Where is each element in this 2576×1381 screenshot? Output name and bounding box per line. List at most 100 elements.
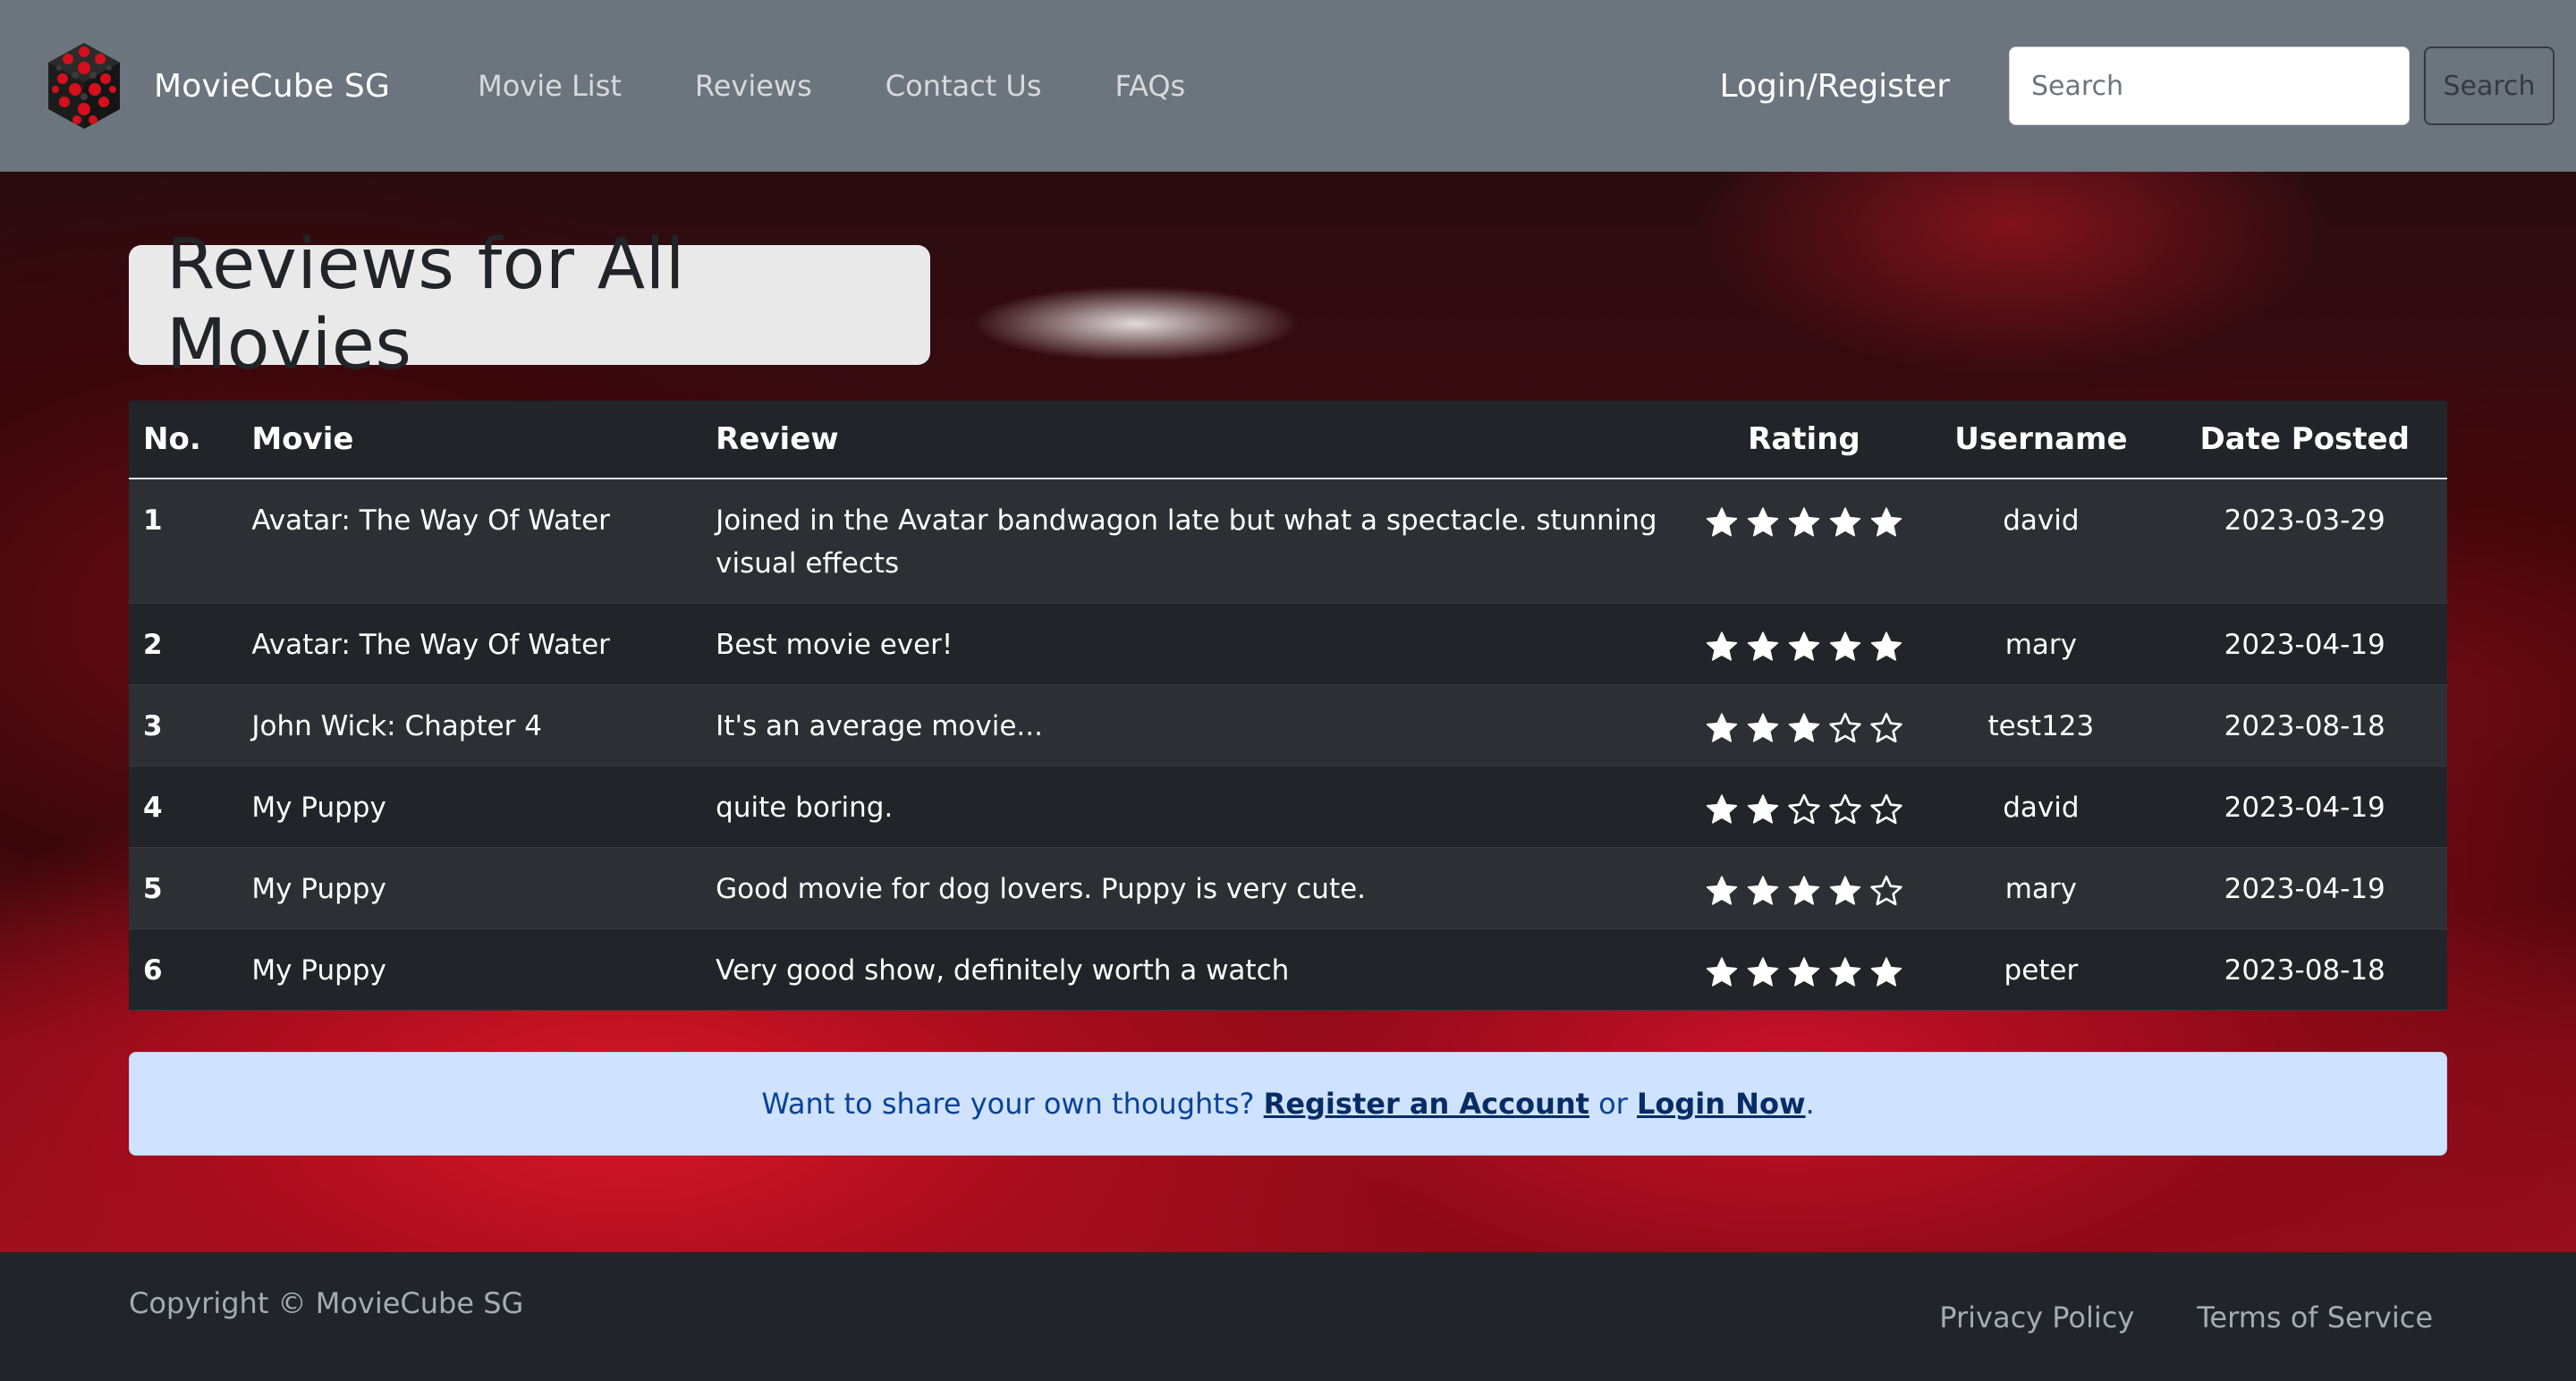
header-date-posted: Date Posted bbox=[2162, 401, 2447, 479]
star-filled-icon bbox=[1706, 956, 1738, 987]
alert-period: . bbox=[1805, 1087, 1815, 1121]
table-row: 1 Avatar: The Way Of Water Joined in the A… bbox=[129, 479, 2447, 604]
row-movie: Avatar: The Way Of Water bbox=[237, 479, 702, 604]
row-rating bbox=[1688, 603, 1920, 685]
row-username: peter bbox=[1919, 928, 2163, 1011]
alert-text: Want to share your own thoughts? bbox=[761, 1087, 1264, 1121]
table-header-row: No. Movie Review Rating Username Date Po… bbox=[129, 401, 2447, 479]
row-date-posted: 2023-08-18 bbox=[2162, 684, 2447, 767]
row-rating bbox=[1688, 928, 1920, 1011]
star-filled-icon bbox=[1747, 956, 1779, 987]
terms-of-service-link[interactable]: Terms of Service bbox=[2197, 1301, 2433, 1334]
page-title: Reviews for All Movies bbox=[166, 225, 685, 385]
header-rating: Rating bbox=[1688, 401, 1920, 479]
star-outline-icon bbox=[1788, 793, 1820, 824]
page-title-box: Reviews for All Movies bbox=[129, 225, 930, 385]
brand[interactable]: MovieCube SG bbox=[41, 39, 390, 132]
cube-logo-icon bbox=[48, 43, 120, 129]
row-date-posted: 2023-08-18 bbox=[2162, 928, 2447, 1011]
login-now-link[interactable]: Login Now bbox=[1637, 1087, 1806, 1121]
table-row: 2 Avatar: The Way Of Water Best movie ever… bbox=[129, 603, 2447, 685]
row-review: Joined in the Avatar bandwagon late but … bbox=[701, 479, 1689, 604]
table-row: 4 My Puppy quite boring. david 2023-04-19 bbox=[129, 766, 2447, 848]
row-review: Good movie for dog lovers. Puppy is very… bbox=[701, 847, 1689, 929]
login-register-link[interactable]: Login/Register bbox=[1720, 68, 1950, 105]
row-username: test123 bbox=[1919, 684, 2163, 767]
star-filled-icon bbox=[1747, 631, 1779, 661]
nav-link-reviews[interactable]: Reviews bbox=[695, 69, 812, 103]
table-row: 3 John Wick: Chapter 4 It's an average mov… bbox=[129, 684, 2447, 767]
row-number: 2 bbox=[129, 603, 238, 685]
row-date-posted: 2023-04-19 bbox=[2162, 847, 2447, 929]
star-filled-icon bbox=[1747, 793, 1779, 824]
star-filled-icon bbox=[1706, 793, 1738, 824]
star-filled-icon bbox=[1788, 712, 1820, 742]
star-filled-icon bbox=[1829, 631, 1861, 661]
row-number: 5 bbox=[129, 847, 238, 929]
row-rating bbox=[1688, 766, 1920, 848]
nav-links: Movie List Reviews Contact Us FAQs bbox=[478, 69, 1258, 103]
row-date-posted: 2023-04-19 bbox=[2162, 603, 2447, 685]
header-no: No. bbox=[129, 401, 238, 479]
row-number: 1 bbox=[129, 479, 238, 604]
reviews-table: No. Movie Review Rating Username Date Po… bbox=[129, 401, 2447, 1011]
row-movie: John Wick: Chapter 4 bbox=[237, 684, 702, 767]
footer: Copyright © MovieCube SG Privacy Policy … bbox=[0, 1252, 2576, 1381]
star-rating bbox=[1704, 954, 1904, 990]
row-movie: Avatar: The Way Of Water bbox=[237, 603, 702, 685]
nav-link-movie-list[interactable]: Movie List bbox=[478, 69, 622, 103]
star-filled-icon bbox=[1788, 956, 1820, 987]
search-button[interactable]: Search bbox=[2424, 47, 2555, 125]
row-date-posted: 2023-03-29 bbox=[2162, 479, 2447, 604]
nav-link-faqs[interactable]: FAQs bbox=[1115, 69, 1186, 103]
copyright-text: Copyright © MovieCube SG bbox=[129, 1286, 524, 1320]
star-filled-icon bbox=[1706, 506, 1738, 537]
star-rating bbox=[1704, 792, 1904, 827]
star-outline-icon bbox=[1829, 793, 1861, 824]
star-filled-icon bbox=[1788, 631, 1820, 661]
register-account-link[interactable]: Register an Account bbox=[1264, 1087, 1589, 1121]
star-outline-icon bbox=[1829, 712, 1861, 742]
row-date-posted: 2023-04-19 bbox=[2162, 766, 2447, 848]
alert-or-text: or bbox=[1589, 1087, 1637, 1121]
star-rating bbox=[1704, 710, 1904, 746]
footer-links: Privacy Policy Terms of Service bbox=[1877, 1301, 2433, 1334]
row-username: david bbox=[1919, 766, 2163, 848]
star-filled-icon bbox=[1747, 712, 1779, 742]
row-number: 6 bbox=[129, 928, 238, 1011]
star-filled-icon bbox=[1829, 506, 1861, 537]
brand-name: MovieCube SG bbox=[154, 67, 391, 105]
table-row: 5 My Puppy Good movie for dog lovers. Pupp… bbox=[129, 847, 2447, 929]
navbar: MovieCube SG Movie List Reviews Contact … bbox=[0, 0, 2576, 172]
star-outline-icon bbox=[1870, 712, 1902, 742]
row-username: david bbox=[1919, 479, 2163, 604]
share-thoughts-alert: Want to share your own thoughts? Registe… bbox=[129, 1052, 2447, 1156]
row-review: quite boring. bbox=[701, 766, 1689, 848]
star-filled-icon bbox=[1870, 506, 1902, 537]
privacy-policy-link[interactable]: Privacy Policy bbox=[1939, 1301, 2134, 1334]
row-number: 4 bbox=[129, 766, 238, 848]
row-review: Best movie ever! bbox=[701, 603, 1689, 685]
star-filled-icon bbox=[1706, 631, 1738, 661]
row-review: Very good show, definitely worth a watch bbox=[701, 928, 1689, 1011]
star-filled-icon bbox=[1870, 631, 1902, 661]
star-filled-icon bbox=[1706, 712, 1738, 742]
header-username: Username bbox=[1919, 401, 2163, 479]
star-rating bbox=[1704, 629, 1904, 665]
row-username: mary bbox=[1919, 603, 2163, 685]
star-filled-icon bbox=[1747, 875, 1779, 905]
row-rating bbox=[1688, 479, 1920, 604]
header-review: Review bbox=[701, 401, 1689, 479]
star-filled-icon bbox=[1870, 956, 1902, 987]
row-username: mary bbox=[1919, 847, 2163, 929]
star-filled-icon bbox=[1829, 875, 1861, 905]
star-filled-icon bbox=[1829, 956, 1861, 987]
star-rating bbox=[1704, 873, 1904, 909]
nav-link-contact-us[interactable]: Contact Us bbox=[886, 69, 1042, 103]
star-filled-icon bbox=[1706, 875, 1738, 905]
nav-right: Login/Register Search bbox=[1720, 0, 2576, 172]
row-movie: My Puppy bbox=[237, 766, 702, 848]
star-filled-icon bbox=[1747, 506, 1779, 537]
search-input[interactable] bbox=[2009, 47, 2410, 125]
row-movie: My Puppy bbox=[237, 928, 702, 1011]
